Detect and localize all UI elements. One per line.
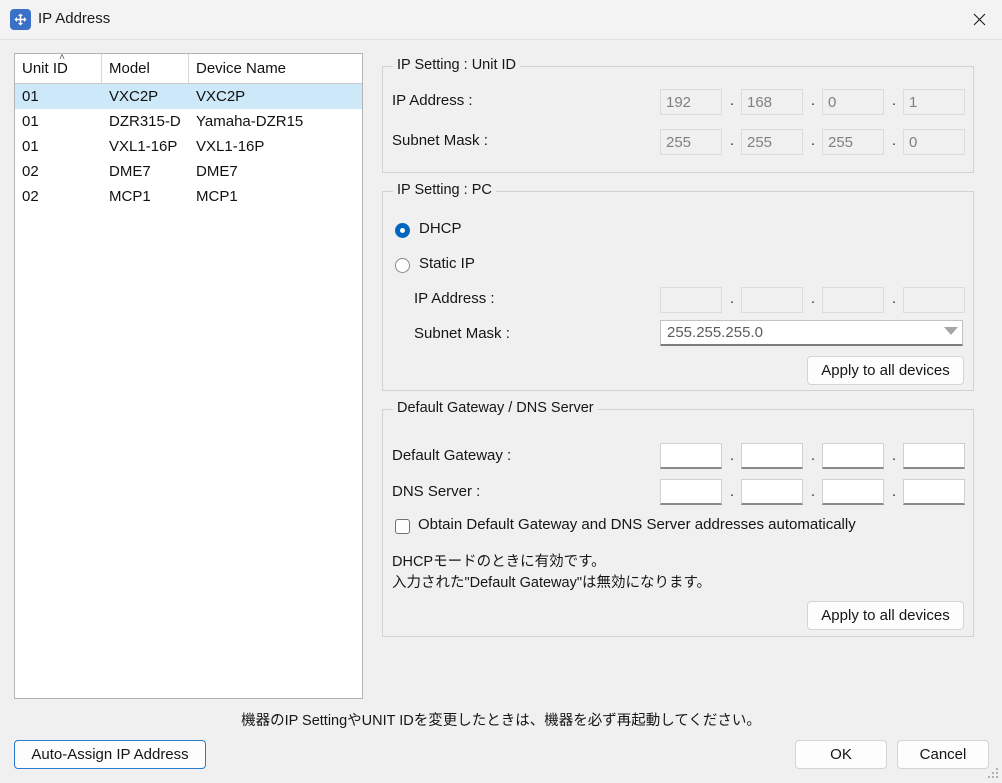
cell-unit-id: 02: [22, 163, 39, 180]
dns-server-octet-3[interactable]: [822, 479, 884, 505]
radio-static-ip[interactable]: [395, 258, 410, 273]
ok-button[interactable]: OK: [795, 740, 887, 769]
pc-ip-octet-2: [741, 287, 803, 313]
table-row[interactable]: 02 MCP1 MCP1: [15, 184, 362, 209]
table-row[interactable]: 01 VXC2P VXC2P: [15, 84, 362, 109]
cell-device-name: Yamaha-DZR15: [196, 113, 304, 130]
cell-unit-id: 01: [22, 88, 39, 105]
cell-device-name: VXL1-16P: [196, 138, 265, 155]
pc-ip-address-label: IP Address :: [414, 290, 495, 307]
gateway-note-line-2: 入力された"Default Gateway"は無効になります。: [392, 575, 712, 591]
unit-ip-dot-2: .: [810, 92, 816, 109]
default-gateway-label: Default Gateway :: [392, 447, 512, 464]
unit-subnet-dot-2: .: [810, 132, 816, 149]
unit-ip-octet-2: [741, 89, 803, 115]
dns-server-octet-1[interactable]: [660, 479, 722, 505]
auto-assign-ip-address-button[interactable]: Auto-Assign IP Address: [14, 740, 206, 769]
group-legend-gateway: Default Gateway / DNS Server: [393, 400, 598, 416]
title-bar: IP Address: [0, 0, 1002, 40]
pc-ip-dot-3: .: [891, 290, 897, 307]
column-header-unit-id[interactable]: Unit ID ˄: [15, 53, 102, 83]
unit-subnet-octet-1: [660, 129, 722, 155]
unit-subnet-octet-2: [741, 129, 803, 155]
cell-model: DZR315-D: [109, 113, 181, 130]
default-gateway-dot-1: .: [729, 447, 735, 464]
default-gateway-octet-1[interactable]: [660, 443, 722, 469]
network-move-icon: [10, 9, 31, 30]
pc-ip-octet-3: [822, 287, 884, 313]
cell-model: VXL1-16P: [109, 138, 178, 155]
cell-model: VXC2P: [109, 88, 159, 105]
unit-subnet-dot-1: .: [729, 132, 735, 149]
cell-device-name: VXC2P: [196, 88, 246, 105]
radio-dhcp-label: DHCP: [419, 220, 462, 237]
unit-ip-address-label: IP Address :: [392, 92, 473, 109]
pc-ip-octet-4: [903, 287, 965, 313]
unit-ip-dot-3: .: [891, 92, 897, 109]
cell-unit-id: 01: [22, 113, 39, 130]
unit-subnet-dot-3: .: [891, 132, 897, 149]
device-list[interactable]: Unit ID ˄ Model Device Name 01 VXC2P VXC2P…: [14, 53, 363, 699]
group-legend-unit-id: IP Setting : Unit ID: [393, 57, 521, 73]
default-gateway-octet-3[interactable]: [822, 443, 884, 469]
unit-ip-octet-3: [822, 89, 884, 115]
group-ip-setting-unit-id: IP Setting : Unit ID IP Address : . . . …: [382, 57, 974, 173]
dns-server-dot-3: .: [891, 483, 897, 500]
apply-to-all-devices-gateway-button[interactable]: Apply to all devices: [807, 601, 964, 630]
gateway-note-line-1: DHCPモードのときに有効です。: [392, 554, 606, 570]
close-icon[interactable]: [956, 0, 1002, 38]
unit-ip-octet-1: [660, 89, 722, 115]
unit-ip-octet-4: [903, 89, 965, 115]
obtain-automatically-checkbox[interactable]: [395, 519, 410, 534]
sort-ascending-icon: ˄: [59, 53, 65, 62]
group-legend-pc: IP Setting : PC: [393, 182, 496, 198]
cell-device-name: DME7: [196, 163, 238, 180]
pc-subnet-mask-value: 255.255.255.0: [667, 324, 763, 341]
dns-server-label: DNS Server :: [392, 483, 481, 500]
dns-server-octet-4[interactable]: [903, 479, 965, 505]
unit-subnet-mask-label: Subnet Mask :: [392, 132, 488, 149]
pc-subnet-mask-label: Subnet Mask :: [414, 325, 510, 342]
cell-unit-id: 02: [22, 188, 39, 205]
radio-static-ip-label: Static IP: [419, 255, 475, 272]
resize-grip-icon[interactable]: [987, 768, 999, 780]
dns-server-dot-2: .: [810, 483, 816, 500]
dns-server-dot-1: .: [729, 483, 735, 500]
table-row[interactable]: 01 VXL1-16P VXL1-16P: [15, 134, 362, 159]
default-gateway-octet-2[interactable]: [741, 443, 803, 469]
column-header-device-name[interactable]: Device Name: [189, 54, 362, 83]
default-gateway-octet-4[interactable]: [903, 443, 965, 469]
cancel-button[interactable]: Cancel: [897, 740, 989, 769]
pc-subnet-mask-combobox[interactable]: 255.255.255.0: [660, 320, 963, 346]
window-title: IP Address: [38, 10, 111, 27]
cell-device-name: MCP1: [196, 188, 238, 205]
table-row[interactable]: 01 DZR315-D Yamaha-DZR15: [15, 109, 362, 134]
cell-model: MCP1: [109, 188, 151, 205]
default-gateway-dot-2: .: [810, 447, 816, 464]
device-list-header: Unit ID ˄ Model Device Name: [15, 53, 362, 84]
chevron-down-icon[interactable]: [944, 327, 958, 335]
unit-subnet-octet-4: [903, 129, 965, 155]
default-gateway-dot-3: .: [891, 447, 897, 464]
cell-unit-id: 01: [22, 138, 39, 155]
pc-ip-dot-2: .: [810, 290, 816, 307]
pc-ip-octet-1: [660, 287, 722, 313]
device-list-rows: 01 VXC2P VXC2P 01 DZR315-D Yamaha-DZR15 01 VXL1…: [15, 84, 362, 209]
radio-dhcp[interactable]: [395, 223, 410, 238]
unit-subnet-octet-3: [822, 129, 884, 155]
column-header-model[interactable]: Model: [102, 54, 189, 83]
footer-note: 機器のIP SettingやUNIT IDを変更したときは、機器を必ず再起動して…: [241, 713, 761, 729]
table-row[interactable]: 02 DME7 DME7: [15, 159, 362, 184]
obtain-automatically-label: Obtain Default Gateway and DNS Server ad…: [418, 516, 856, 533]
dns-server-octet-2[interactable]: [741, 479, 803, 505]
unit-ip-dot-1: .: [729, 92, 735, 109]
column-header-unit-id-label: Unit ID: [22, 60, 68, 77]
apply-to-all-devices-pc-button[interactable]: Apply to all devices: [807, 356, 964, 385]
pc-ip-dot-1: .: [729, 290, 735, 307]
cell-model: DME7: [109, 163, 151, 180]
